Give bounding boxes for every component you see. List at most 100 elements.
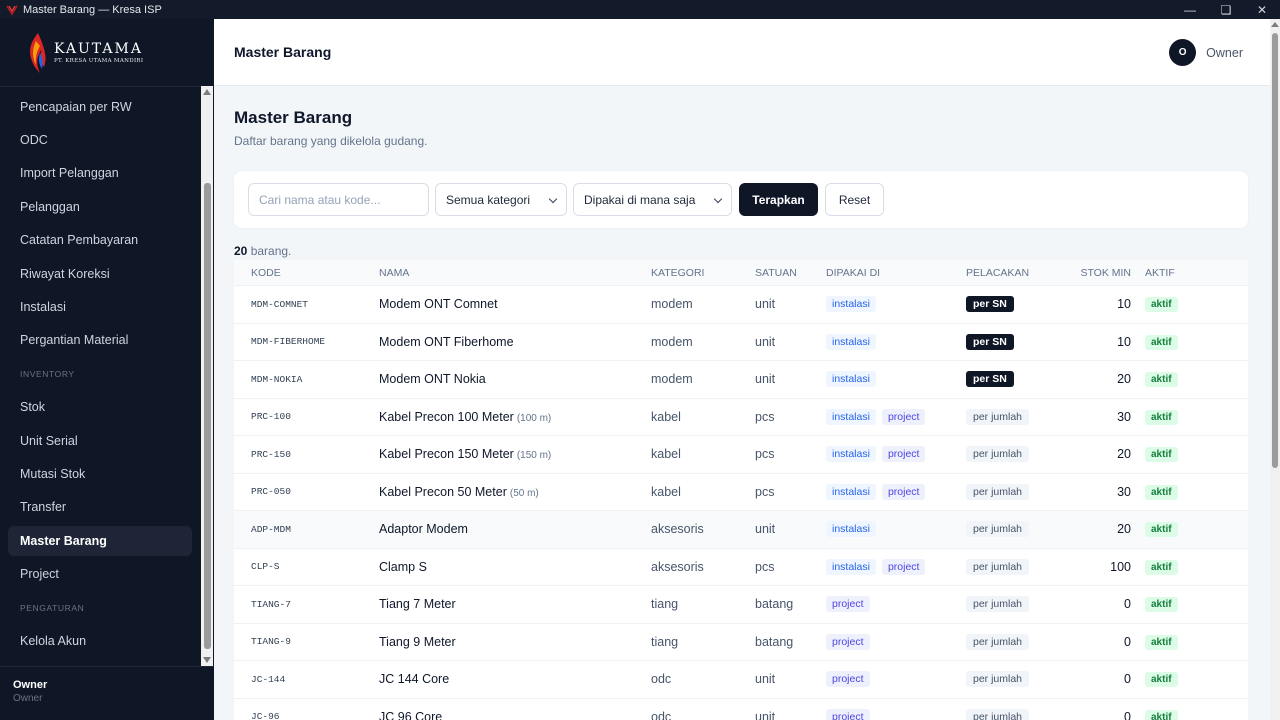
table-row[interactable]: MDM-NOKIA Modem ONT Nokia modem unit instala… xyxy=(234,361,1248,399)
column-header[interactable]: PELACAKAN xyxy=(966,267,1056,279)
sidebar-item-transfer[interactable]: Transfer xyxy=(0,491,200,524)
item-category: modem xyxy=(651,297,693,312)
item-min-stock: 30 xyxy=(1117,409,1131,424)
user-menu[interactable]: O Owner xyxy=(1169,39,1243,66)
sidebar-item-stok[interactable]: Stok xyxy=(0,391,200,424)
scroll-up-icon[interactable] xyxy=(203,89,211,95)
sidebar-item-pencapaian-per-rw[interactable]: Pencapaian per RW xyxy=(0,90,200,123)
item-unit: unit xyxy=(755,334,776,349)
maximize-icon[interactable]: ❏ xyxy=(1208,0,1244,19)
table-row[interactable]: PRC-050 Kabel Precon 50 Meter (50 m) kabel p… xyxy=(234,474,1248,511)
item-name-cell: JC 96 Core xyxy=(379,710,651,720)
sidebar-item-import-pelanggan[interactable]: Import Pelanggan xyxy=(0,157,200,190)
main-scroll-up-icon[interactable] xyxy=(1271,22,1279,27)
search-input[interactable] xyxy=(248,183,429,216)
usage-badge-instalasi: instalasi xyxy=(826,371,876,388)
item-tracking: per jumlah xyxy=(966,483,1056,500)
sidebar-user[interactable]: Owner Owner xyxy=(0,666,214,720)
sidebar-item-mutasi-stok[interactable]: Mutasi Stok xyxy=(0,457,200,490)
brand-logo[interactable]: KAUTAMA PT. KRESA UTAMA MANDIRI xyxy=(0,19,214,86)
table-row[interactable]: JC-144 JC 144 Core odc unit project per jumla… xyxy=(234,661,1248,699)
sidebar-scroll-thumb[interactable] xyxy=(204,183,211,649)
sidebar-scrollbar[interactable] xyxy=(201,86,213,666)
column-header[interactable]: KODE xyxy=(234,267,379,279)
usage-badge-instalasi: instalasi xyxy=(826,446,876,463)
column-header[interactable]: STOK MIN xyxy=(1056,267,1131,279)
column-header[interactable]: KATEGORI xyxy=(651,267,755,279)
table-row[interactable]: TIANG-7 Tiang 7 Meter tiang batang project pe… xyxy=(234,586,1248,624)
item-min-stock: 30 xyxy=(1117,484,1131,499)
sidebar-item-instalasi[interactable]: Instalasi xyxy=(0,290,200,323)
sidebar-item-unit-serial[interactable]: Unit Serial xyxy=(0,424,200,457)
item-name-cell: Clamp S xyxy=(379,560,651,574)
sidebar-section-pengaturan: PENGATURAN xyxy=(20,602,85,613)
item-unit: batang xyxy=(755,634,794,649)
table-row[interactable]: CLP-S Clamp S aksesoris pcs instalasi project… xyxy=(234,549,1248,586)
status-badge: aktif xyxy=(1145,597,1178,613)
status-badge: aktif xyxy=(1145,372,1178,388)
item-unit: pcs xyxy=(755,447,775,462)
sidebar-user-name: Owner xyxy=(13,679,48,691)
usage-badge-project: project xyxy=(826,633,870,650)
minimize-icon[interactable]: — xyxy=(1172,0,1208,19)
scroll-down-icon[interactable] xyxy=(203,657,211,663)
item-tracking: per SN xyxy=(966,333,1056,350)
item-code: MDM-COMNET xyxy=(251,298,309,310)
item-usage: project xyxy=(826,671,966,688)
usage-badge-project: project xyxy=(881,558,926,575)
item-active: aktif xyxy=(1131,634,1221,650)
item-tracking: per jumlah xyxy=(966,408,1056,425)
usage-select[interactable]: Dipakai di mana saja xyxy=(573,183,732,216)
table-row[interactable]: PRC-150 Kabel Precon 150 Meter (150 m) kabe… xyxy=(234,436,1248,474)
sidebar-item-riwayat-koreksi[interactable]: Riwayat Koreksi xyxy=(0,257,200,290)
item-unit: unit xyxy=(755,297,776,312)
column-header[interactable]: DIPAKAI DI xyxy=(826,267,966,279)
item-code: JC-96 xyxy=(251,711,280,720)
table-row[interactable]: MDM-FIBERHOME Modem ONT Fiberhome modem uni… xyxy=(234,324,1248,361)
main-scrollbar[interactable] xyxy=(1270,19,1280,720)
category-select-value: Semua kategori xyxy=(446,192,531,207)
sidebar-item-master-barang[interactable]: Master Barang xyxy=(8,525,192,556)
item-code: TIANG-9 xyxy=(251,636,291,648)
table-row[interactable]: MDM-COMNET Modem ONT Comnet modem unit insta… xyxy=(234,286,1248,324)
item-unit: unit xyxy=(755,672,776,687)
item-usage: instalasi xyxy=(826,371,966,388)
item-active: aktif xyxy=(1131,521,1221,538)
sidebar-item-kelola-akun[interactable]: Kelola Akun xyxy=(0,624,200,657)
sidebar-item-odc[interactable]: ODC xyxy=(0,123,200,156)
item-unit: pcs xyxy=(755,409,775,424)
usage-badge-project: project xyxy=(826,671,870,688)
avatar[interactable]: O xyxy=(1169,39,1197,66)
table-row[interactable]: JC-96 JC 96 Core odc unit project per jumlah 0… xyxy=(234,699,1248,720)
column-header[interactable]: SATUAN xyxy=(755,267,826,279)
window-titlebar: Master Barang — Kresa ISP — ❏ ✕ xyxy=(0,0,1280,19)
item-category: tiang xyxy=(651,634,679,649)
status-badge: aktif xyxy=(1145,672,1178,688)
close-icon[interactable]: ✕ xyxy=(1244,0,1280,19)
item-active: aktif xyxy=(1131,484,1221,500)
item-name-cell: Modem ONT Fiberhome xyxy=(379,335,651,349)
table-row[interactable]: ADP-MDM Adaptor Modem aksesoris unit instala… xyxy=(234,511,1248,549)
item-category: odc xyxy=(651,672,672,687)
status-badge: aktif xyxy=(1145,484,1178,500)
apply-button[interactable]: Terapkan xyxy=(739,183,818,216)
table-row[interactable]: TIANG-9 Tiang 9 Meter tiang batang project pe… xyxy=(234,624,1248,661)
item-name: Kabel Precon 100 Meter xyxy=(379,409,514,424)
sidebar-item-pelanggan[interactable]: Pelanggan xyxy=(0,190,200,223)
item-min-stock: 20 xyxy=(1117,447,1131,462)
sidebar-item-pergantian-material[interactable]: Pergantian Material xyxy=(0,324,200,357)
category-select[interactable]: Semua kategori xyxy=(435,183,567,216)
sidebar-item-project[interactable]: Project xyxy=(0,557,200,590)
reset-button[interactable]: Reset xyxy=(825,183,884,216)
item-usage: instalasi project xyxy=(826,558,966,575)
column-header[interactable]: NAMA xyxy=(379,267,651,279)
table-row[interactable]: PRC-100 Kabel Precon 100 Meter (100 m) kabe… xyxy=(234,399,1248,436)
column-header[interactable]: AKTIF xyxy=(1131,267,1221,279)
tracking-badge: per SN xyxy=(966,371,1014,388)
item-min-stock: 20 xyxy=(1117,522,1131,537)
sidebar-item-catatan-pembayaran[interactable]: Catatan Pembayaran xyxy=(0,224,200,257)
main-scroll-thumb[interactable] xyxy=(1272,33,1278,468)
item-name: Kabel Precon 50 Meter xyxy=(379,484,507,499)
table-header: KODE NAMA KATEGORI SATUAN DIPAKAI DI PELACAKA… xyxy=(234,260,1248,286)
item-min-stock: 20 xyxy=(1117,372,1131,387)
